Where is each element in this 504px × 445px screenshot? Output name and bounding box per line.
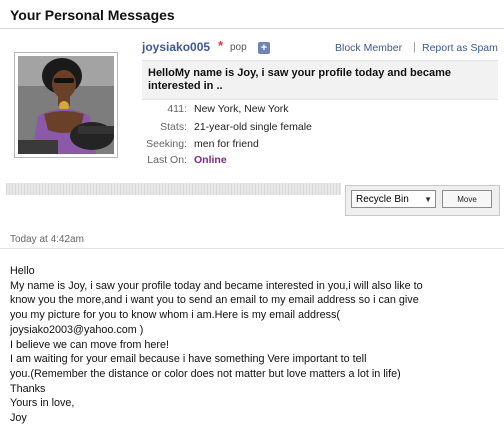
location-label: 411: (167, 103, 187, 115)
block-member-link[interactable]: Block Member (335, 42, 402, 54)
profile-photo[interactable] (14, 52, 118, 158)
dropdown-arrow-icon: ▼ (424, 195, 432, 204)
folder-select[interactable]: Recycle Bin ▼ (351, 190, 436, 208)
message-timestamp: Today at 4:42am (10, 234, 84, 245)
message-subject: HelloMy name is Joy, i saw your profile … (148, 67, 451, 92)
message-divider (0, 248, 504, 249)
new-member-marker: * (218, 38, 224, 53)
message-body: Hello My name is Joy, i saw your profile… (10, 264, 498, 426)
message-line: know you the more,and i want you to send… (10, 294, 419, 307)
horizontal-divider-bar (6, 183, 341, 195)
seeking-label: Seeking: (146, 138, 187, 150)
title-divider (0, 28, 504, 29)
link-separator: | (413, 41, 416, 53)
message-subject-box: HelloMy name is Joy, i saw your profile … (142, 60, 498, 100)
report-spam-link[interactable]: Report as Spam (422, 42, 498, 54)
message-line: Thanks (10, 382, 46, 395)
location-value: New York, New York (194, 103, 289, 115)
sender-username-link[interactable]: joysiako005 (142, 40, 210, 54)
folder-select-value: Recycle Bin (356, 194, 409, 205)
stats-label: Stats: (160, 121, 187, 133)
message-toolbar: Recycle Bin ▼ Move (345, 185, 500, 216)
seeking-value: men for friend (194, 138, 259, 150)
message-line: Joy (10, 412, 27, 425)
message-line: I am waiting for your email because i ha… (10, 353, 367, 366)
sender-tag: pop (230, 42, 247, 53)
message-line: Yours in love, (10, 397, 75, 410)
move-button[interactable]: Move (442, 190, 492, 208)
profile-photo-image (18, 56, 114, 154)
message-line: My name is Joy, i saw your profile today… (10, 279, 423, 292)
message-line: I believe we can move from here! (10, 338, 170, 351)
message-line: you.(Remember the distance or color does… (10, 367, 401, 380)
last-on-label: Last On: (147, 154, 187, 166)
message-line: joysiako2003@yahoo.com ) (10, 323, 144, 336)
stats-value: 21-year-old single female (194, 121, 312, 133)
page-title: Your Personal Messages (10, 7, 175, 23)
add-friend-icon[interactable]: + (258, 42, 270, 54)
online-status: Online (194, 154, 227, 166)
message-line: Hello (10, 265, 35, 277)
message-line: you my picture for you to know whom i am… (10, 309, 341, 322)
